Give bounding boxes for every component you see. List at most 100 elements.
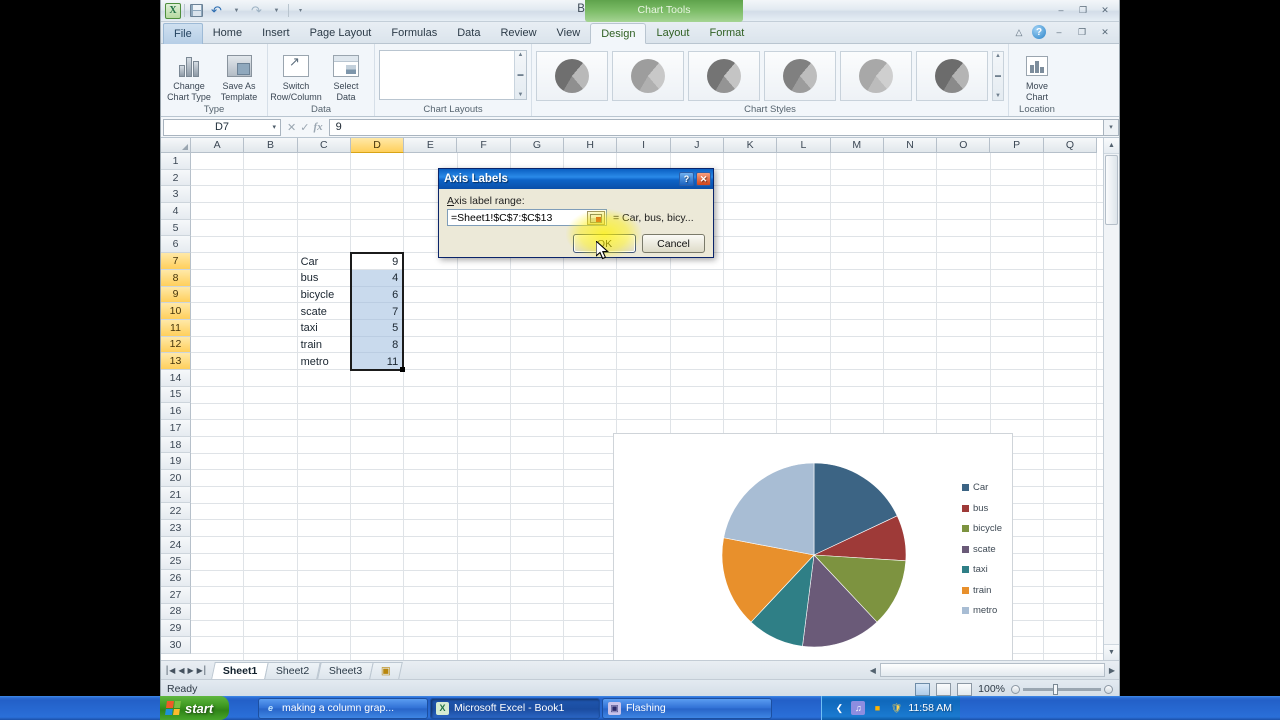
chart-style-1[interactable]	[536, 51, 608, 101]
move-chart-button[interactable]: Move Chart	[1013, 48, 1061, 102]
styles-scroll-up-icon[interactable]: ▲	[995, 53, 1001, 59]
column-header-O[interactable]: O	[937, 138, 991, 153]
styles-scroll-more-icon[interactable]: ▬	[995, 73, 1001, 79]
row-header-2[interactable]: 2	[161, 169, 191, 187]
change-chart-type-button[interactable]: Change Chart Type	[165, 48, 213, 102]
cell-C12[interactable]: train	[298, 337, 351, 354]
minimize-icon[interactable]: –	[1051, 2, 1071, 18]
cell-D11[interactable]: 5	[351, 320, 401, 337]
row-header-12[interactable]: 12	[161, 336, 191, 354]
start-button[interactable]: start	[160, 696, 230, 720]
select-data-button[interactable]: Select Data	[322, 48, 370, 102]
row-header-21[interactable]: 21	[161, 486, 191, 504]
taskbar-tasks[interactable]: e making a column grap... X Microsoft Ex…	[258, 697, 772, 719]
save-as-template-button[interactable]: Save As Template	[215, 48, 263, 102]
row-header-1[interactable]: 1	[161, 153, 191, 170]
row-header-30[interactable]: 30	[161, 636, 191, 654]
chart-style-2[interactable]	[612, 51, 684, 101]
chart-style-6[interactable]	[916, 51, 988, 101]
cell-D10[interactable]: 7	[351, 303, 401, 320]
legend-entry-metro[interactable]: metro	[961, 605, 1002, 616]
switch-row-column-button[interactable]: Switch Row/Column	[270, 48, 322, 102]
row-header-26[interactable]: 26	[161, 570, 191, 587]
legend-entry-bus[interactable]: bus	[961, 503, 1002, 514]
cancel-formula-icon[interactable]: ✕	[287, 121, 296, 134]
row-header-18[interactable]: 18	[161, 436, 191, 454]
row-header-11[interactable]: 11	[161, 319, 191, 337]
row-header-7[interactable]: 7	[161, 253, 191, 270]
horizontal-scroll-area[interactable]: ◀ ▶	[870, 663, 1119, 677]
row-header-17[interactable]: 17	[161, 420, 191, 437]
row-header-9[interactable]: 9	[161, 286, 191, 304]
close-icon[interactable]: ✕	[1095, 2, 1115, 18]
column-header-B[interactable]: B	[244, 138, 298, 153]
tab-view[interactable]: View	[547, 23, 591, 44]
gallery-scroll-down-icon[interactable]: ▼	[518, 92, 524, 98]
minimize-ribbon-icon[interactable]: △	[1009, 24, 1029, 40]
column-header-A[interactable]: A	[191, 138, 245, 153]
row-header-16[interactable]: 16	[161, 403, 191, 420]
legend-entry-train[interactable]: train	[961, 585, 1002, 596]
row-header-13[interactable]: 13	[161, 353, 191, 370]
sheet-tab-sheet3[interactable]: Sheet3	[316, 661, 374, 679]
enter-formula-icon[interactable]: ✓	[300, 121, 309, 134]
tab-format[interactable]: Format	[699, 23, 754, 44]
taskbar-item-browser[interactable]: e making a column grap...	[258, 697, 428, 719]
window-controls[interactable]: – ❐ ✕	[1051, 2, 1115, 18]
row-header-3[interactable]: 3	[161, 186, 191, 204]
horizontal-scroll-thumb[interactable]	[879, 663, 1105, 677]
zoom-knob[interactable]	[1053, 683, 1058, 695]
insert-worksheet-tab[interactable]: ▣	[369, 661, 403, 679]
row-header-27[interactable]: 27	[161, 586, 191, 604]
column-header-P[interactable]: P	[990, 138, 1044, 153]
pie-chart[interactable]	[614, 434, 1014, 660]
gallery-scroll-more-icon[interactable]: ▬	[518, 72, 524, 78]
scroll-up-icon[interactable]: ▲	[1104, 138, 1119, 154]
styles-scroll-down-icon[interactable]: ▼	[995, 93, 1001, 99]
vertical-scrollbar[interactable]: ▲ ▼	[1103, 138, 1119, 660]
cell-C9[interactable]: bicycle	[298, 287, 351, 304]
row-header-10[interactable]: 10	[161, 303, 191, 320]
volume-icon[interactable]: ♫	[851, 701, 866, 715]
column-header-N[interactable]: N	[883, 138, 938, 153]
sheet-tab-sheet2[interactable]: Sheet2	[264, 661, 322, 679]
chart-style-5[interactable]	[840, 51, 912, 101]
cell-D13[interactable]: 11	[351, 353, 401, 370]
row-header-28[interactable]: 28	[161, 603, 191, 621]
next-sheet-icon[interactable]: ▶	[187, 666, 193, 675]
cell-C13[interactable]: metro	[298, 353, 351, 370]
zoom-out-icon[interactable]	[1011, 684, 1020, 694]
doc-close-icon[interactable]: ✕	[1095, 24, 1115, 40]
chart-style-3[interactable]	[688, 51, 760, 101]
cell-C10[interactable]: scate	[298, 303, 351, 320]
taskbar-item-flashing[interactable]: ▣ Flashing	[602, 697, 772, 719]
doc-minimize-icon[interactable]: –	[1049, 24, 1069, 40]
column-header-C[interactable]: C	[297, 138, 351, 153]
cell-D12[interactable]: 8	[351, 337, 401, 354]
cell-C8[interactable]: bus	[298, 270, 351, 287]
ribbon-right-controls[interactable]: △ ? – ❐ ✕	[1009, 24, 1115, 40]
show-hidden-icons-icon[interactable]: ❮	[832, 701, 846, 715]
column-header-H[interactable]: H	[564, 138, 618, 153]
legend-entry-bicycle[interactable]: bicycle	[961, 523, 1002, 534]
column-header-M[interactable]: M	[830, 138, 884, 153]
row-header-29[interactable]: 29	[161, 620, 191, 637]
dialog-help-icon[interactable]: ?	[679, 172, 694, 186]
network-icon[interactable]: ■	[870, 701, 884, 715]
taskbar-item-excel[interactable]: X Microsoft Excel - Book1	[430, 697, 600, 719]
range-selector-icon[interactable]	[587, 211, 605, 225]
column-header-I[interactable]: I	[617, 138, 671, 153]
row-header-15[interactable]: 15	[161, 386, 191, 404]
page-layout-view-icon[interactable]	[936, 682, 952, 696]
cell-D9[interactable]: 6	[351, 287, 401, 304]
legend-entry-taxi[interactable]: taxi	[961, 564, 1002, 575]
row-header-24[interactable]: 24	[161, 536, 191, 554]
gallery-scroll-up-icon[interactable]: ▲	[518, 52, 524, 58]
vertical-scroll-thumb[interactable]	[1105, 155, 1118, 225]
axis-labels-dialog[interactable]: Axis Labels ? ✕ Axis label range: =Sheet…	[438, 168, 714, 258]
legend-entry-Car[interactable]: Car	[961, 482, 1002, 493]
help-icon[interactable]: ?	[1032, 25, 1046, 39]
shield-icon[interactable]: 🛡	[889, 701, 903, 715]
column-header-K[interactable]: K	[723, 138, 778, 153]
zoom-level[interactable]: 100%	[978, 683, 1005, 695]
